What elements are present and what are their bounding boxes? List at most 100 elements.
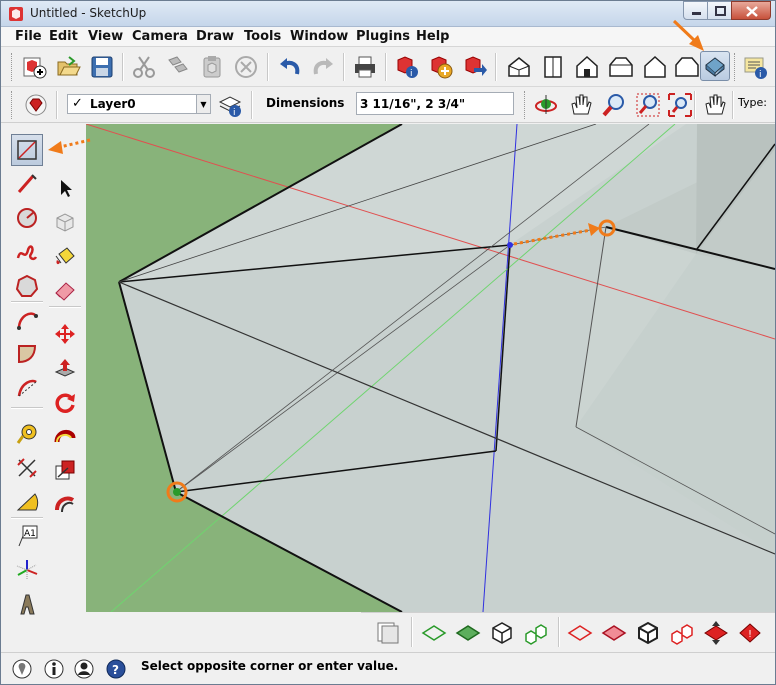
menu-edit[interactable]: Edit: [49, 29, 78, 44]
toolbar-separator: [343, 53, 345, 81]
model-info-button[interactable]: i: [392, 52, 422, 82]
toolbar-grip[interactable]: [11, 91, 14, 119]
line-tool[interactable]: [11, 168, 43, 200]
tape-measure-tool[interactable]: [11, 418, 43, 450]
freehand-tool[interactable]: [11, 236, 43, 268]
arc-tool[interactable]: [11, 304, 43, 336]
menu-help[interactable]: Help: [416, 29, 449, 44]
open-button[interactable]: [53, 52, 83, 82]
monochrome-button[interactable]: [565, 618, 595, 648]
protractor-tool[interactable]: [11, 486, 43, 518]
scale-tool[interactable]: [49, 454, 81, 486]
polygon-tool[interactable]: [11, 270, 43, 302]
zoom-extents-button[interactable]: [665, 90, 695, 120]
axes-tool[interactable]: [11, 554, 43, 586]
hidden-line-button[interactable]: [453, 618, 483, 648]
tape-measure-icon: [16, 424, 37, 444]
top-view-button[interactable]: [538, 52, 568, 82]
extension-edges-button[interactable]: [667, 618, 697, 648]
close-button[interactable]: [731, 1, 771, 20]
zoom-button[interactable]: [599, 90, 629, 120]
rectangle-tool[interactable]: [11, 134, 43, 166]
iso-view-button[interactable]: [504, 52, 534, 82]
wireframe-button[interactable]: [419, 618, 449, 648]
pie-tool[interactable]: [11, 338, 43, 370]
chevron-down-icon[interactable]: ▼: [196, 95, 210, 113]
measurements-input[interactable]: 3 11/16", 2 3/4": [356, 92, 514, 115]
front-view-button[interactable]: [572, 52, 602, 82]
paste-button[interactable]: [197, 52, 227, 82]
menu-draw[interactable]: Draw: [196, 29, 234, 44]
menu-file[interactable]: File: [15, 29, 42, 44]
select-tool[interactable]: [49, 172, 81, 204]
menu-tools[interactable]: Tools: [244, 29, 281, 44]
toolbar-grip[interactable]: [734, 53, 737, 81]
component-maker-button[interactable]: [20, 52, 50, 82]
info-icon: [44, 659, 64, 679]
toolbar-grip[interactable]: [524, 91, 527, 119]
back-edges-button[interactable]: [599, 618, 629, 648]
share-model-button[interactable]: [460, 52, 490, 82]
cut-button[interactable]: [129, 52, 159, 82]
erase-button[interactable]: [231, 52, 261, 82]
rotate-tool[interactable]: [49, 386, 81, 418]
make-component-tool[interactable]: [49, 206, 81, 238]
dimension-tool[interactable]: [11, 452, 43, 484]
sign-in-button[interactable]: [69, 654, 99, 684]
layer-manager-button[interactable]: i: [215, 90, 245, 120]
menu-camera[interactable]: Camera: [132, 29, 188, 44]
credits-button[interactable]: [39, 654, 69, 684]
follow-me-tool[interactable]: [49, 420, 81, 452]
drawing-area[interactable]: [86, 124, 775, 612]
maximize-icon: [715, 6, 726, 16]
display-mode-button[interactable]: [700, 51, 730, 81]
shaded-textures-button[interactable]: [521, 618, 551, 648]
pan-hand-icon: [571, 94, 592, 115]
save-button[interactable]: [87, 52, 117, 82]
3d-text-tool[interactable]: [11, 588, 43, 620]
pan-button[interactable]: [565, 90, 595, 120]
section-cut-button[interactable]: !: [735, 618, 765, 648]
svg-text:i: i: [233, 108, 236, 118]
offset-tool[interactable]: [49, 488, 81, 520]
geo-location-button[interactable]: [7, 654, 37, 684]
line-icon: [17, 174, 37, 193]
maximize-button[interactable]: [707, 1, 732, 20]
toolbar-grip[interactable]: [11, 53, 14, 81]
instructor-button[interactable]: ?: [101, 654, 131, 684]
back-view-button[interactable]: [640, 52, 670, 82]
minimize-button[interactable]: [683, 1, 708, 20]
select-icon: [61, 180, 72, 197]
circle-tool[interactable]: [11, 202, 43, 234]
profile-edges-button[interactable]: [633, 618, 663, 648]
left-view-button[interactable]: [672, 52, 702, 82]
move-tool[interactable]: [49, 318, 81, 350]
tip-button[interactable]: i: [740, 52, 770, 82]
text-tool[interactable]: A1: [11, 520, 43, 552]
redo-button[interactable]: [308, 52, 338, 82]
section-plane-button[interactable]: [701, 618, 731, 648]
eraser-tool[interactable]: [49, 274, 81, 306]
undo-button[interactable]: [275, 52, 305, 82]
print-button[interactable]: [350, 52, 380, 82]
geo-location-icon: [12, 659, 32, 679]
right-view-button[interactable]: [606, 52, 636, 82]
profile-edges-icon: [638, 621, 658, 645]
zoom-window-button[interactable]: [633, 90, 663, 120]
ruby-console-button[interactable]: [21, 90, 51, 120]
menu-plugins[interactable]: Plugins: [356, 29, 410, 44]
pie-icon: [18, 345, 37, 364]
menu-window[interactable]: Window: [290, 29, 348, 44]
push-pull-tool[interactable]: [49, 352, 81, 384]
copy-button[interactable]: [163, 52, 193, 82]
xray-button[interactable]: [373, 618, 403, 648]
orbit-button[interactable]: [531, 90, 561, 120]
status-bar: ? Select opposite corner or enter value.: [1, 652, 775, 684]
paint-bucket-tool[interactable]: [49, 240, 81, 272]
menu-view[interactable]: View: [88, 29, 123, 44]
layer-dropdown[interactable]: ✓ Layer0 ▼: [67, 94, 211, 114]
three-point-arc-tool[interactable]: [11, 372, 43, 404]
shaded-button[interactable]: [487, 618, 517, 648]
walk-button[interactable]: [699, 90, 729, 120]
get-models-button[interactable]: [426, 52, 456, 82]
